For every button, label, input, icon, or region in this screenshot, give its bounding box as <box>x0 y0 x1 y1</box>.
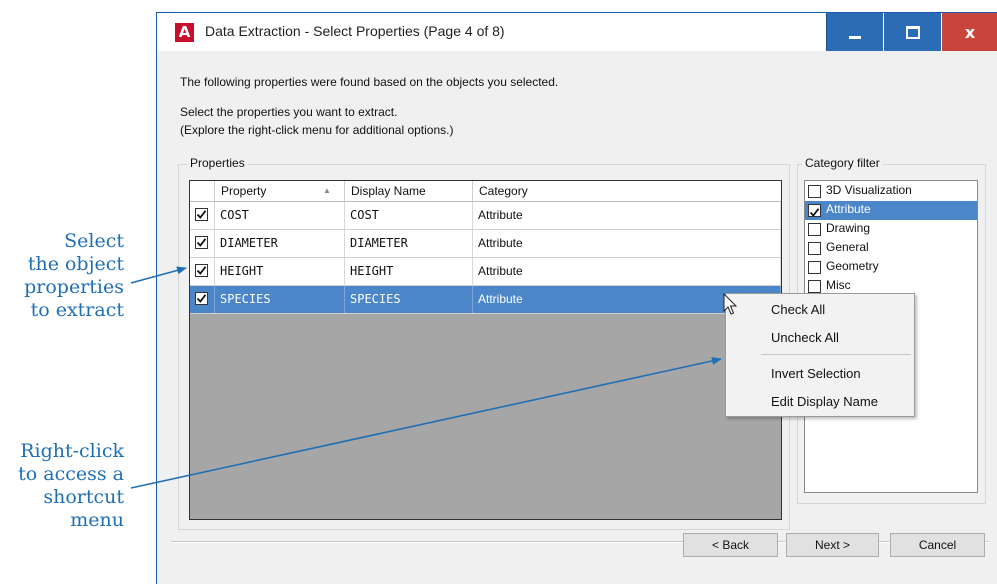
category-item[interactable]: General <box>805 239 977 258</box>
header-property-label: Property <box>221 184 267 198</box>
row-property: COST <box>215 202 345 229</box>
data-extraction-dialog: A Data Extraction - Select Properties (P… <box>156 12 997 584</box>
category-label: General <box>826 240 869 254</box>
row-category: Attribute <box>473 202 781 229</box>
callout-line: Select <box>64 230 124 252</box>
category-label: Geometry <box>826 259 879 273</box>
category-checkbox[interactable] <box>808 280 821 293</box>
instruction-text: Select the properties you want to extrac… <box>180 105 398 119</box>
row-checkbox[interactable] <box>195 264 208 277</box>
row-display-name[interactable]: COST <box>345 202 473 229</box>
window-title: Data Extraction - Select Properties (Pag… <box>205 23 505 39</box>
instruction-hint-text: (Explore the right-click menu for additi… <box>180 123 454 137</box>
properties-grid[interactable]: Property ▲ Display Name Category COST CO… <box>189 180 782 520</box>
row-checkbox[interactable] <box>195 208 208 221</box>
header-category[interactable]: Category <box>473 181 781 201</box>
callout-line: the object <box>27 253 124 275</box>
sort-ascending-icon: ▲ <box>323 186 331 195</box>
callout-line: menu <box>70 509 124 531</box>
category-checkbox[interactable] <box>808 261 821 274</box>
checkmark-icon <box>196 210 207 219</box>
row-checkbox[interactable] <box>195 292 208 305</box>
checkmark-icon <box>809 208 820 217</box>
intro-text: The following properties were found base… <box>180 75 559 89</box>
category-label: Misc <box>826 278 851 292</box>
row-category: Attribute <box>473 230 781 257</box>
callout-line: to extract <box>30 299 124 321</box>
row-checkbox-cell <box>190 258 215 285</box>
category-item[interactable]: Geometry <box>805 258 977 277</box>
checkmark-icon <box>196 238 207 247</box>
row-checkbox-cell <box>190 286 215 313</box>
category-checkbox[interactable] <box>808 223 821 236</box>
category-label: 3D Visualization <box>826 183 912 197</box>
menu-separator <box>761 354 911 355</box>
row-checkbox-cell <box>190 230 215 257</box>
callout-line: properties <box>24 276 124 298</box>
checkmark-icon <box>196 266 207 275</box>
cancel-button[interactable]: Cancel <box>890 533 985 557</box>
callout-line: to access a <box>18 463 124 485</box>
header-checkbox-column[interactable] <box>190 181 215 201</box>
menu-item-edit-display-name[interactable]: Edit Display Name <box>771 394 878 409</box>
table-row[interactable]: DIAMETER DIAMETER Attribute <box>190 230 781 258</box>
row-category: Attribute <box>473 258 781 285</box>
callout-select-properties: Select the object properties to extract <box>20 230 124 322</box>
close-icon: x <box>964 22 976 42</box>
callout-right-click: Right-click to access a shortcut menu <box>5 440 124 532</box>
table-row[interactable]: COST COST Attribute <box>190 202 781 230</box>
row-display-name[interactable]: HEIGHT <box>345 258 473 285</box>
row-property: HEIGHT <box>215 258 345 285</box>
category-item[interactable]: Drawing <box>805 220 977 239</box>
close-button[interactable]: x <box>942 13 997 51</box>
grid-header: Property ▲ Display Name Category <box>190 181 781 202</box>
callout-line: Right-click <box>20 440 124 462</box>
back-button[interactable]: < Back <box>683 533 778 557</box>
context-menu: Check All Uncheck All Invert Selection E… <box>725 293 915 417</box>
autocad-logo-icon: A <box>175 23 194 42</box>
header-display-name[interactable]: Display Name <box>345 181 473 201</box>
next-button[interactable]: Next > <box>786 533 879 557</box>
minimize-icon <box>849 35 861 39</box>
minimize-button[interactable] <box>826 13 883 51</box>
category-checkbox[interactable] <box>808 185 821 198</box>
category-checkbox[interactable] <box>808 204 821 217</box>
table-row[interactable]: HEIGHT HEIGHT Attribute <box>190 258 781 286</box>
category-label: Attribute <box>826 202 871 216</box>
table-row-selected[interactable]: SPECIES SPECIES Attribute <box>190 286 781 314</box>
menu-item-uncheck-all[interactable]: Uncheck All <box>771 330 839 345</box>
maximize-button[interactable] <box>884 13 941 51</box>
callout-line: shortcut <box>43 486 124 508</box>
checkmark-icon <box>196 294 207 303</box>
title-bar[interactable]: A Data Extraction - Select Properties (P… <box>157 13 997 51</box>
maximize-icon <box>905 25 920 39</box>
row-display-name[interactable]: DIAMETER <box>345 230 473 257</box>
row-checkbox-cell <box>190 202 215 229</box>
row-property: DIAMETER <box>215 230 345 257</box>
header-property[interactable]: Property ▲ <box>215 181 345 201</box>
row-checkbox[interactable] <box>195 236 208 249</box>
row-property: SPECIES <box>215 286 345 313</box>
mouse-pointer-icon <box>723 293 738 315</box>
category-checkbox[interactable] <box>808 242 821 255</box>
category-label: Drawing <box>826 221 871 235</box>
row-display-name[interactable]: SPECIES <box>345 286 473 313</box>
category-item-selected[interactable]: Attribute <box>805 201 977 220</box>
properties-group-label: Properties <box>187 156 248 170</box>
menu-item-check-all[interactable]: Check All <box>771 302 825 317</box>
menu-item-invert-selection[interactable]: Invert Selection <box>771 366 861 381</box>
category-filter-label: Category filter <box>802 156 883 170</box>
category-item[interactable]: 3D Visualization <box>805 182 977 201</box>
